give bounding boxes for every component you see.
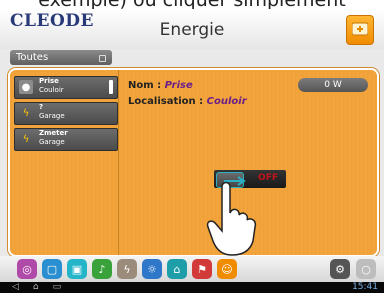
name-label: Nom :	[128, 80, 162, 91]
status-clock: 15:41	[352, 282, 378, 292]
device-location: Garage	[39, 138, 65, 146]
lightning-icon: ϟ	[22, 107, 30, 119]
system-nav-icons[interactable]: ◁⌂▭	[12, 282, 75, 293]
dropdown-icon	[99, 55, 106, 62]
device-item-zmeter[interactable]: ϟ Zmeter Garage	[14, 128, 118, 151]
device-name: Prise	[39, 77, 59, 85]
app-icon-9[interactable]: ☺	[217, 259, 237, 279]
device-item-unknown[interactable]: ϟ ? Garage	[14, 102, 118, 125]
app-icon-7[interactable]: ⌂	[167, 259, 187, 279]
device-location: Garage	[39, 112, 65, 120]
power-app-icon[interactable]: ○	[356, 259, 376, 279]
android-system-bar: ◁⌂▭ 15:41	[0, 282, 384, 293]
name-row: Nom : Prise	[128, 80, 247, 91]
pointing-hand-icon	[206, 176, 257, 256]
filter-value: Toutes	[16, 52, 49, 63]
device-name: ?	[39, 103, 44, 111]
settings-app-icon[interactable]: ⚙	[330, 259, 350, 279]
page-title: Energie	[159, 20, 225, 40]
energy-app-icon[interactable]: ϟ	[117, 259, 137, 279]
app-window: CLEODE Energie Toutes ● Prise Couloir ϟ …	[0, 9, 384, 293]
category-filter-select[interactable]: Toutes	[10, 50, 112, 65]
app-icon-3[interactable]: ▣	[67, 259, 87, 279]
app-header: CLEODE Energie	[0, 9, 384, 49]
app-icon-1[interactable]: ◎	[17, 259, 37, 279]
app-icon-4[interactable]: ♪	[92, 259, 112, 279]
app-icon-2[interactable]: ▢	[42, 259, 62, 279]
plug-icon: ●	[19, 80, 33, 94]
device-panel: ● Prise Couloir ϟ ? Garage ϟ Zmeter Gara…	[8, 68, 379, 257]
device-item-prise[interactable]: ● Prise Couloir	[14, 76, 118, 99]
location-row: Localisation : Couloir	[128, 96, 247, 107]
device-details: Nom : Prise Localisation : Couloir	[128, 80, 247, 107]
app-launcher-bar: ◎ ▢ ▣ ♪ ϟ ☼ ⌂ ⚑ ☺ ⚙ ○	[0, 256, 384, 282]
instruction-caption: exemple) ou cliquer simplement	[0, 0, 384, 9]
name-value: Prise	[164, 80, 193, 91]
app-icon-6[interactable]: ☼	[142, 259, 162, 279]
add-icon	[352, 22, 368, 36]
device-name: Zmeter	[39, 129, 68, 137]
device-list: ● Prise Couloir ϟ ? Garage ϟ Zmeter Gara…	[10, 70, 119, 255]
location-label: Localisation :	[128, 96, 204, 107]
add-button[interactable]	[346, 15, 374, 45]
lightning-icon: ϟ	[22, 133, 30, 145]
device-location: Couloir	[39, 86, 64, 94]
selected-indicator	[109, 80, 113, 94]
power-reading: 0 W	[298, 78, 368, 92]
location-value: Couloir	[206, 96, 247, 107]
app-icon-8[interactable]: ⚑	[192, 259, 212, 279]
